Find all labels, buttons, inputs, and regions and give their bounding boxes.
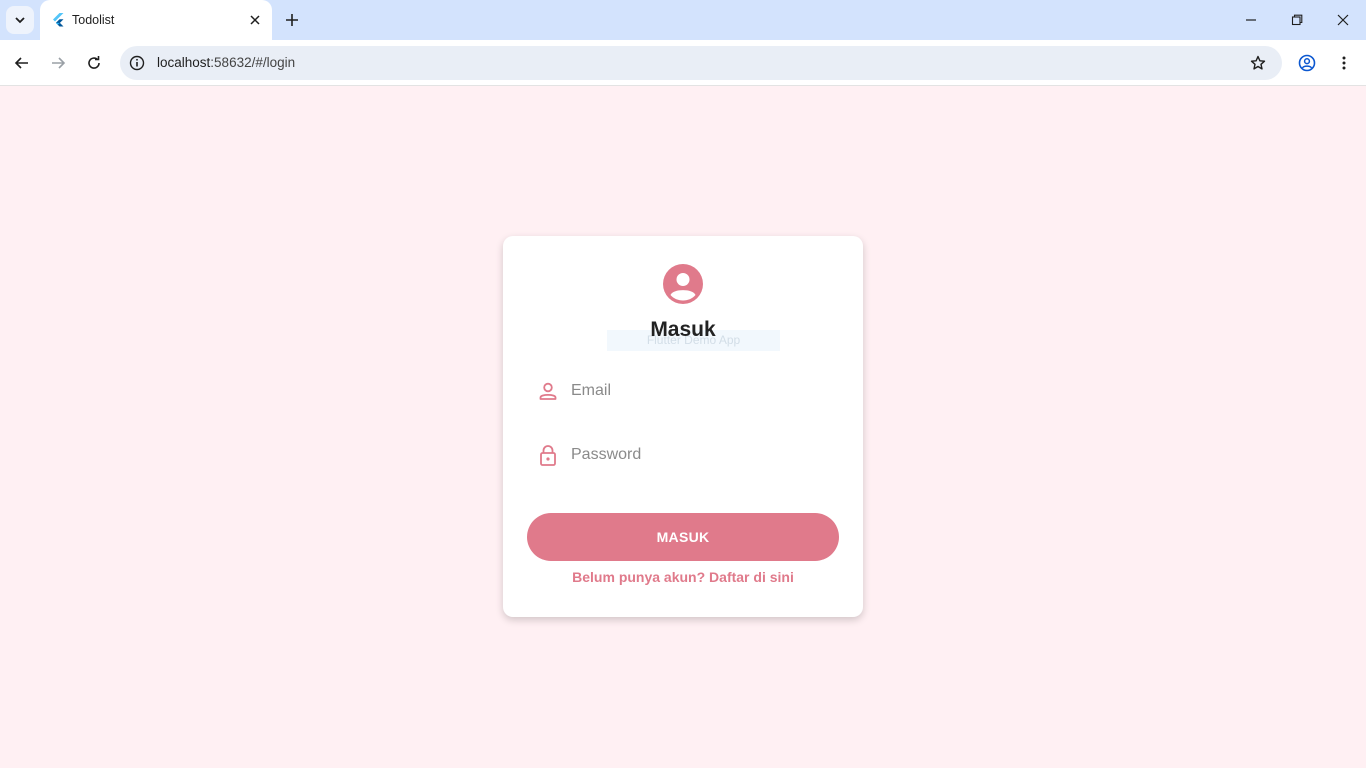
flutter-favicon-icon <box>53 13 64 27</box>
chevron-down-icon <box>15 17 25 24</box>
page-title: Masuk <box>650 318 716 341</box>
address-url: localhost:58632/#/login <box>157 55 295 70</box>
register-link[interactable]: Belum punya akun? Daftar di sini <box>503 569 863 585</box>
profile-button[interactable] <box>1293 49 1321 77</box>
reload-icon <box>88 56 100 69</box>
tab-search-button[interactable] <box>6 6 34 34</box>
login-button[interactable]: MASUK <box>527 513 839 561</box>
password-field[interactable] <box>527 436 839 476</box>
restore-button[interactable] <box>1274 0 1320 40</box>
profile-icon <box>1298 54 1316 72</box>
arrow-right-icon <box>52 57 66 69</box>
login-card: Flutter Demo App Masuk MASUK Belum punya… <box>503 236 863 617</box>
reload-button[interactable] <box>80 49 108 77</box>
close-window-icon <box>1337 14 1349 26</box>
lock-icon <box>540 445 556 466</box>
plus-icon <box>286 14 298 26</box>
more-vert-icon <box>1342 56 1346 70</box>
password-input[interactable] <box>571 442 831 468</box>
minimize-icon <box>1246 19 1256 21</box>
email-field[interactable] <box>527 372 839 412</box>
email-input[interactable] <box>571 378 831 404</box>
close-window-button[interactable] <box>1320 0 1366 40</box>
new-tab-button[interactable] <box>280 8 304 32</box>
arrow-left-icon <box>14 57 28 69</box>
url-host: localhost <box>157 55 211 70</box>
star-icon <box>1250 55 1266 70</box>
tab-title: Todolist <box>72 13 115 27</box>
info-icon <box>129 55 145 71</box>
browser-tab[interactable]: Todolist <box>40 0 272 40</box>
forward-button[interactable] <box>44 49 72 77</box>
address-bar[interactable]: localhost:58632/#/login <box>120 46 1282 80</box>
restore-icon <box>1291 14 1303 26</box>
account-circle-icon <box>663 264 703 304</box>
tab-close-button[interactable] <box>246 11 264 29</box>
minimize-button[interactable] <box>1228 0 1274 40</box>
menu-button[interactable] <box>1330 49 1358 77</box>
close-icon <box>250 15 260 25</box>
browser-tab-bar: Todolist <box>0 0 1366 40</box>
bookmark-button[interactable] <box>1248 53 1268 73</box>
url-path: :58632/#/login <box>210 55 296 70</box>
browser-toolbar: localhost:58632/#/login <box>0 40 1366 86</box>
back-button[interactable] <box>8 49 36 77</box>
site-info-button[interactable] <box>128 54 146 72</box>
person-icon <box>539 382 557 400</box>
